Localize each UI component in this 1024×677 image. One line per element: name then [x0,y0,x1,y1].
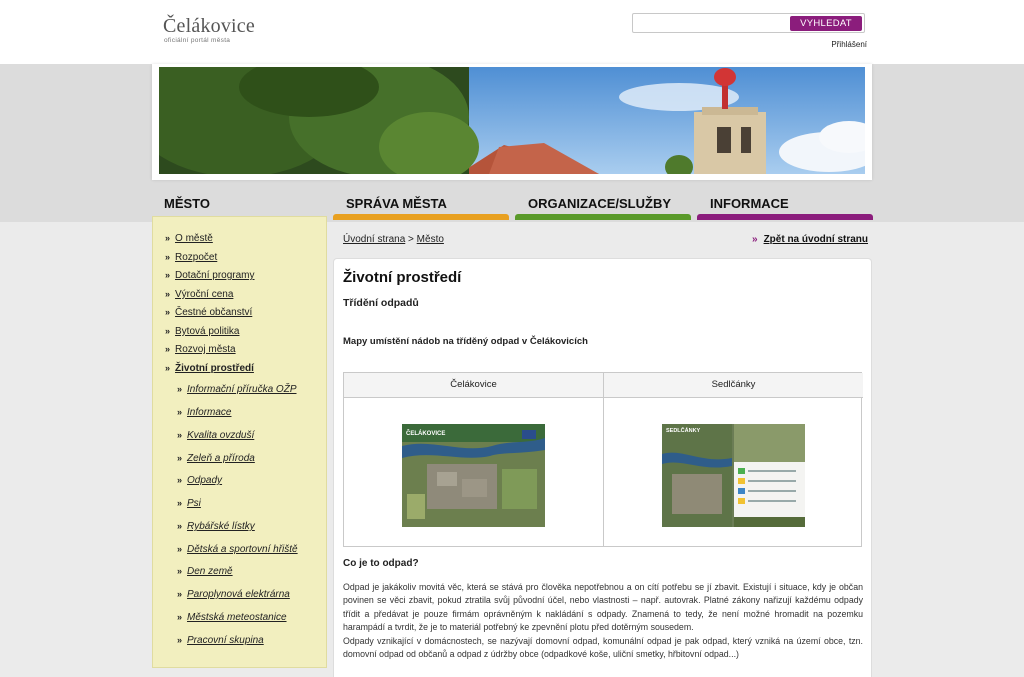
search-box: VYHLEDAT [632,13,865,33]
sidebar-subitem-den-zeme[interactable]: » Den země [177,566,233,577]
sidebar-subitem-label: Informační příručka OŽP [187,384,297,395]
sidebar-item-label: Výroční cena [175,289,234,300]
site-header: Čelákovice oficiální portál města VYHLED… [0,0,1024,64]
section-subtitle: Třídění odpadů [343,297,419,309]
nav-sprava-mesta-bar [333,214,509,220]
sidebar-item-rozpocet[interactable]: » Rozpočet [165,252,217,263]
question-heading: Co je to odpad? [343,558,419,569]
nav-organizace-sluzby-bar [515,214,691,220]
sidebar-item-label: Životní prostředí [175,363,254,374]
sidebar-item-label: Rozpočet [175,252,218,263]
map-thumb-label: SEDLČÁNKY [666,427,701,434]
sidebar: » O městě » Rozpočet » Dotační programy » Vý… [152,216,327,668]
map-header-sedlcanky: Sedlčánky [604,373,863,398]
map-thumb-label: ČELÁKOVICE [406,430,445,437]
sidebar-item-o-meste[interactable]: » O městě [165,233,213,244]
map-thumbnail-celakovice[interactable]: ČELÁKOVICE [402,424,545,527]
nav-organizace-sluzby[interactable]: ORGANIZACE/SLUŽBY [528,196,671,211]
sidebar-item-dotacni-programy[interactable]: » Dotační programy [165,270,255,281]
back-to-home-link[interactable]: » Zpět na úvodní stranu [752,234,868,245]
map-image-sedlcanky: SEDLČÁNKY [662,424,805,527]
breadcrumb: Úvodní strana > Město [343,234,444,245]
sidebar-subitem-label: Informace [187,407,232,418]
sidebar-subitem-label: Kvalita ovzduší [187,430,255,441]
sidebar-item-label: Dotační programy [175,270,255,281]
maps-heading: Mapy umístění nádob na tříděný odpad v Č… [343,336,588,347]
sidebar-subitem-paroplynova-elektrarna[interactable]: » Paroplynová elektrárna [177,589,290,600]
site-logo-subtitle: oficiální portál města [164,37,231,44]
sidebar-subitem-label: Rybářské lístky [187,521,255,532]
map-thumbnail-sedlcanky[interactable]: SEDLČÁNKY [662,424,805,527]
sidebar-item-label: Bytová politika [175,326,240,337]
sidebar-item-zivotni-prostredi[interactable]: » Životní prostředí [165,363,254,374]
sidebar-subitem-label: Paroplynová elektrárna [187,589,290,600]
back-link-label: Zpět na úvodní stranu [763,234,869,245]
sidebar-subitem-psi[interactable]: » Psi [177,498,201,509]
sidebar-item-bytova-politika[interactable]: » Bytová politika [165,326,240,337]
sidebar-item-cestne-obcanstvi[interactable]: » Čestné občanství [165,307,252,318]
map-header-celakovice: Čelákovice [344,373,603,398]
sidebar-subitem-odpady[interactable]: » Odpady [177,475,222,486]
map-image-celakovice: ČELÁKOVICE [402,424,545,527]
breadcrumb-separator: > [408,234,414,245]
page-title: Životní prostředí [343,269,462,286]
search-input[interactable] [637,16,791,32]
sidebar-subitem-kvalita-ovzdusi[interactable]: » Kvalita ovzduší [177,430,254,441]
sidebar-subitem-zelen-a-priroda[interactable]: » Zeleň a příroda [177,453,255,464]
sidebar-subitem-mestska-meteostanice[interactable]: » Městská meteostanice [177,612,287,623]
nav-informace[interactable]: INFORMACE [710,196,789,211]
sidebar-item-label: Čestné občanství [175,307,253,318]
sidebar-subitem-informacni-prirucka[interactable]: » Informační příručka OŽP [177,384,297,395]
sidebar-subitem-label: Odpady [187,475,223,486]
sidebar-item-rozvoj-mesta[interactable]: » Rozvoj města [165,344,236,355]
banner [152,64,872,180]
maps-table: Čelákovice ČELÁKOVICE Sedlčánky SEDLČÁNK… [343,372,863,547]
main-content: Životní prostředí Třídění odpadů Mapy um… [333,258,872,677]
sidebar-subitem-rybarske-listky[interactable]: » Rybářské lístky [177,521,255,532]
sidebar-subitem-label: Den země [187,566,233,577]
banner-illustration [159,67,865,174]
site-logo-title[interactable]: Čelákovice [163,15,255,38]
back-link-bullet: » [752,234,758,245]
map-column-celakovice: Čelákovice ČELÁKOVICE [344,373,603,546]
sidebar-subitem-detska-hriste[interactable]: » Dětská a sportovní hřiště [177,544,298,555]
sidebar-subitem-label: Městská meteostanice [187,612,287,623]
sidebar-subitem-informace[interactable]: » Informace [177,407,231,418]
sidebar-item-vyrocni-cena[interactable]: » Výroční cena [165,289,233,300]
sidebar-item-label: O městě [175,233,213,244]
breadcrumb-home-link[interactable]: Úvodní strana [343,234,405,245]
map-column-sedlcanky: Sedlčánky SEDLČÁNKY [603,373,863,546]
search-button[interactable]: VYHLEDAT [790,16,862,31]
sidebar-subitem-label: Psi [187,498,201,509]
sidebar-subitem-pracovni-skupina[interactable]: » Pracovní skupina [177,635,264,646]
breadcrumb-current-link[interactable]: Město [417,234,444,245]
paragraph-2: Odpady vznikající v domácnostech, se naz… [343,635,863,660]
sidebar-item-label: Rozvoj města [175,344,236,355]
login-link[interactable]: Přihlášení [831,40,867,49]
body-text: Odpad je jakákoliv movitá věc, která se … [343,581,863,661]
sidebar-subitem-label: Pracovní skupina [187,635,264,646]
nav-informace-bar [697,214,873,220]
nav-mesto[interactable]: MĚSTO [164,196,210,211]
nav-sprava-mesta[interactable]: SPRÁVA MĚSTA [346,196,447,211]
paragraph-1: Odpad je jakákoliv movitá věc, která se … [343,582,863,633]
sidebar-subitem-label: Zeleň a příroda [187,453,255,464]
banner-photo [159,67,865,174]
sidebar-subitem-label: Dětská a sportovní hřiště [187,544,298,555]
